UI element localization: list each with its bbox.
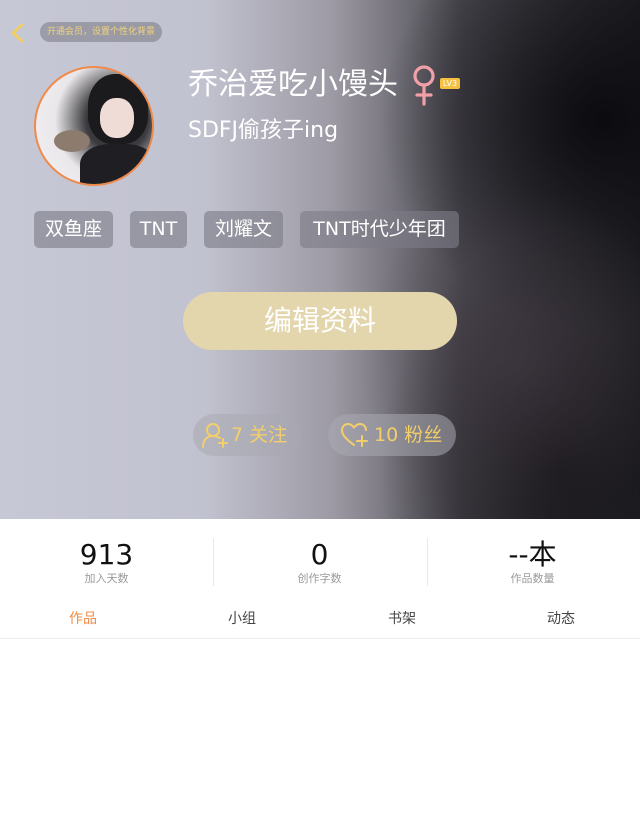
tab-activity[interactable]: 动态 xyxy=(481,600,640,638)
stat-value: --本 xyxy=(508,538,557,571)
user-nickname: 乔治爱吃小馒头 xyxy=(188,67,398,102)
level-badge: LV3 xyxy=(440,78,460,89)
avatar-face xyxy=(100,98,134,138)
tag-constellation: 双鱼座 xyxy=(34,211,113,248)
tag-tnt-group: TNT时代少年团 xyxy=(300,211,459,248)
stat-value: 913 xyxy=(79,538,134,571)
stats-bar: 913 加入天数 0 创作字数 --本 作品数量 xyxy=(0,519,640,599)
avatar-body xyxy=(80,144,152,184)
stat-divider xyxy=(213,538,214,586)
profile-tabs: 作品 小组 书架 动态 xyxy=(0,600,640,639)
edit-profile-button[interactable]: 编辑资料 xyxy=(183,292,457,350)
user-signature: SDFJ偷孩子ing xyxy=(188,118,339,143)
female-gender-icon xyxy=(413,65,435,106)
tag-liu-yaowen: 刘耀文 xyxy=(204,211,283,248)
stat-word-count: 0 创作字数 xyxy=(213,519,426,599)
followers-button[interactable]: 10 粉丝 xyxy=(328,414,456,456)
following-count: 7 关注 xyxy=(231,424,288,446)
tab-content-area xyxy=(0,639,640,835)
followers-count: 10 粉丝 xyxy=(374,424,443,446)
heart-add-icon xyxy=(340,422,368,447)
tag-tnt: TNT xyxy=(130,211,187,248)
stat-label: 作品数量 xyxy=(510,572,555,585)
stat-works-count: --本 作品数量 xyxy=(426,519,639,599)
tab-works[interactable]: 作品 xyxy=(3,600,163,638)
user-add-icon xyxy=(202,423,228,448)
tab-bookshelf[interactable]: 书架 xyxy=(322,600,482,638)
stat-value: 0 xyxy=(310,538,329,571)
tab-groups[interactable]: 小组 xyxy=(162,600,322,638)
avatar-cat xyxy=(54,130,90,152)
back-chevron-icon[interactable] xyxy=(8,22,28,44)
stat-label: 创作字数 xyxy=(297,572,342,585)
stat-join-days: 913 加入天数 xyxy=(0,519,213,599)
vip-background-banner[interactable]: 开通会员，设置个性化背景 xyxy=(40,22,162,42)
stat-divider xyxy=(427,538,428,586)
following-button[interactable]: 7 关注 xyxy=(193,414,302,456)
stat-label: 加入天数 xyxy=(84,572,129,585)
avatar[interactable] xyxy=(34,66,154,186)
